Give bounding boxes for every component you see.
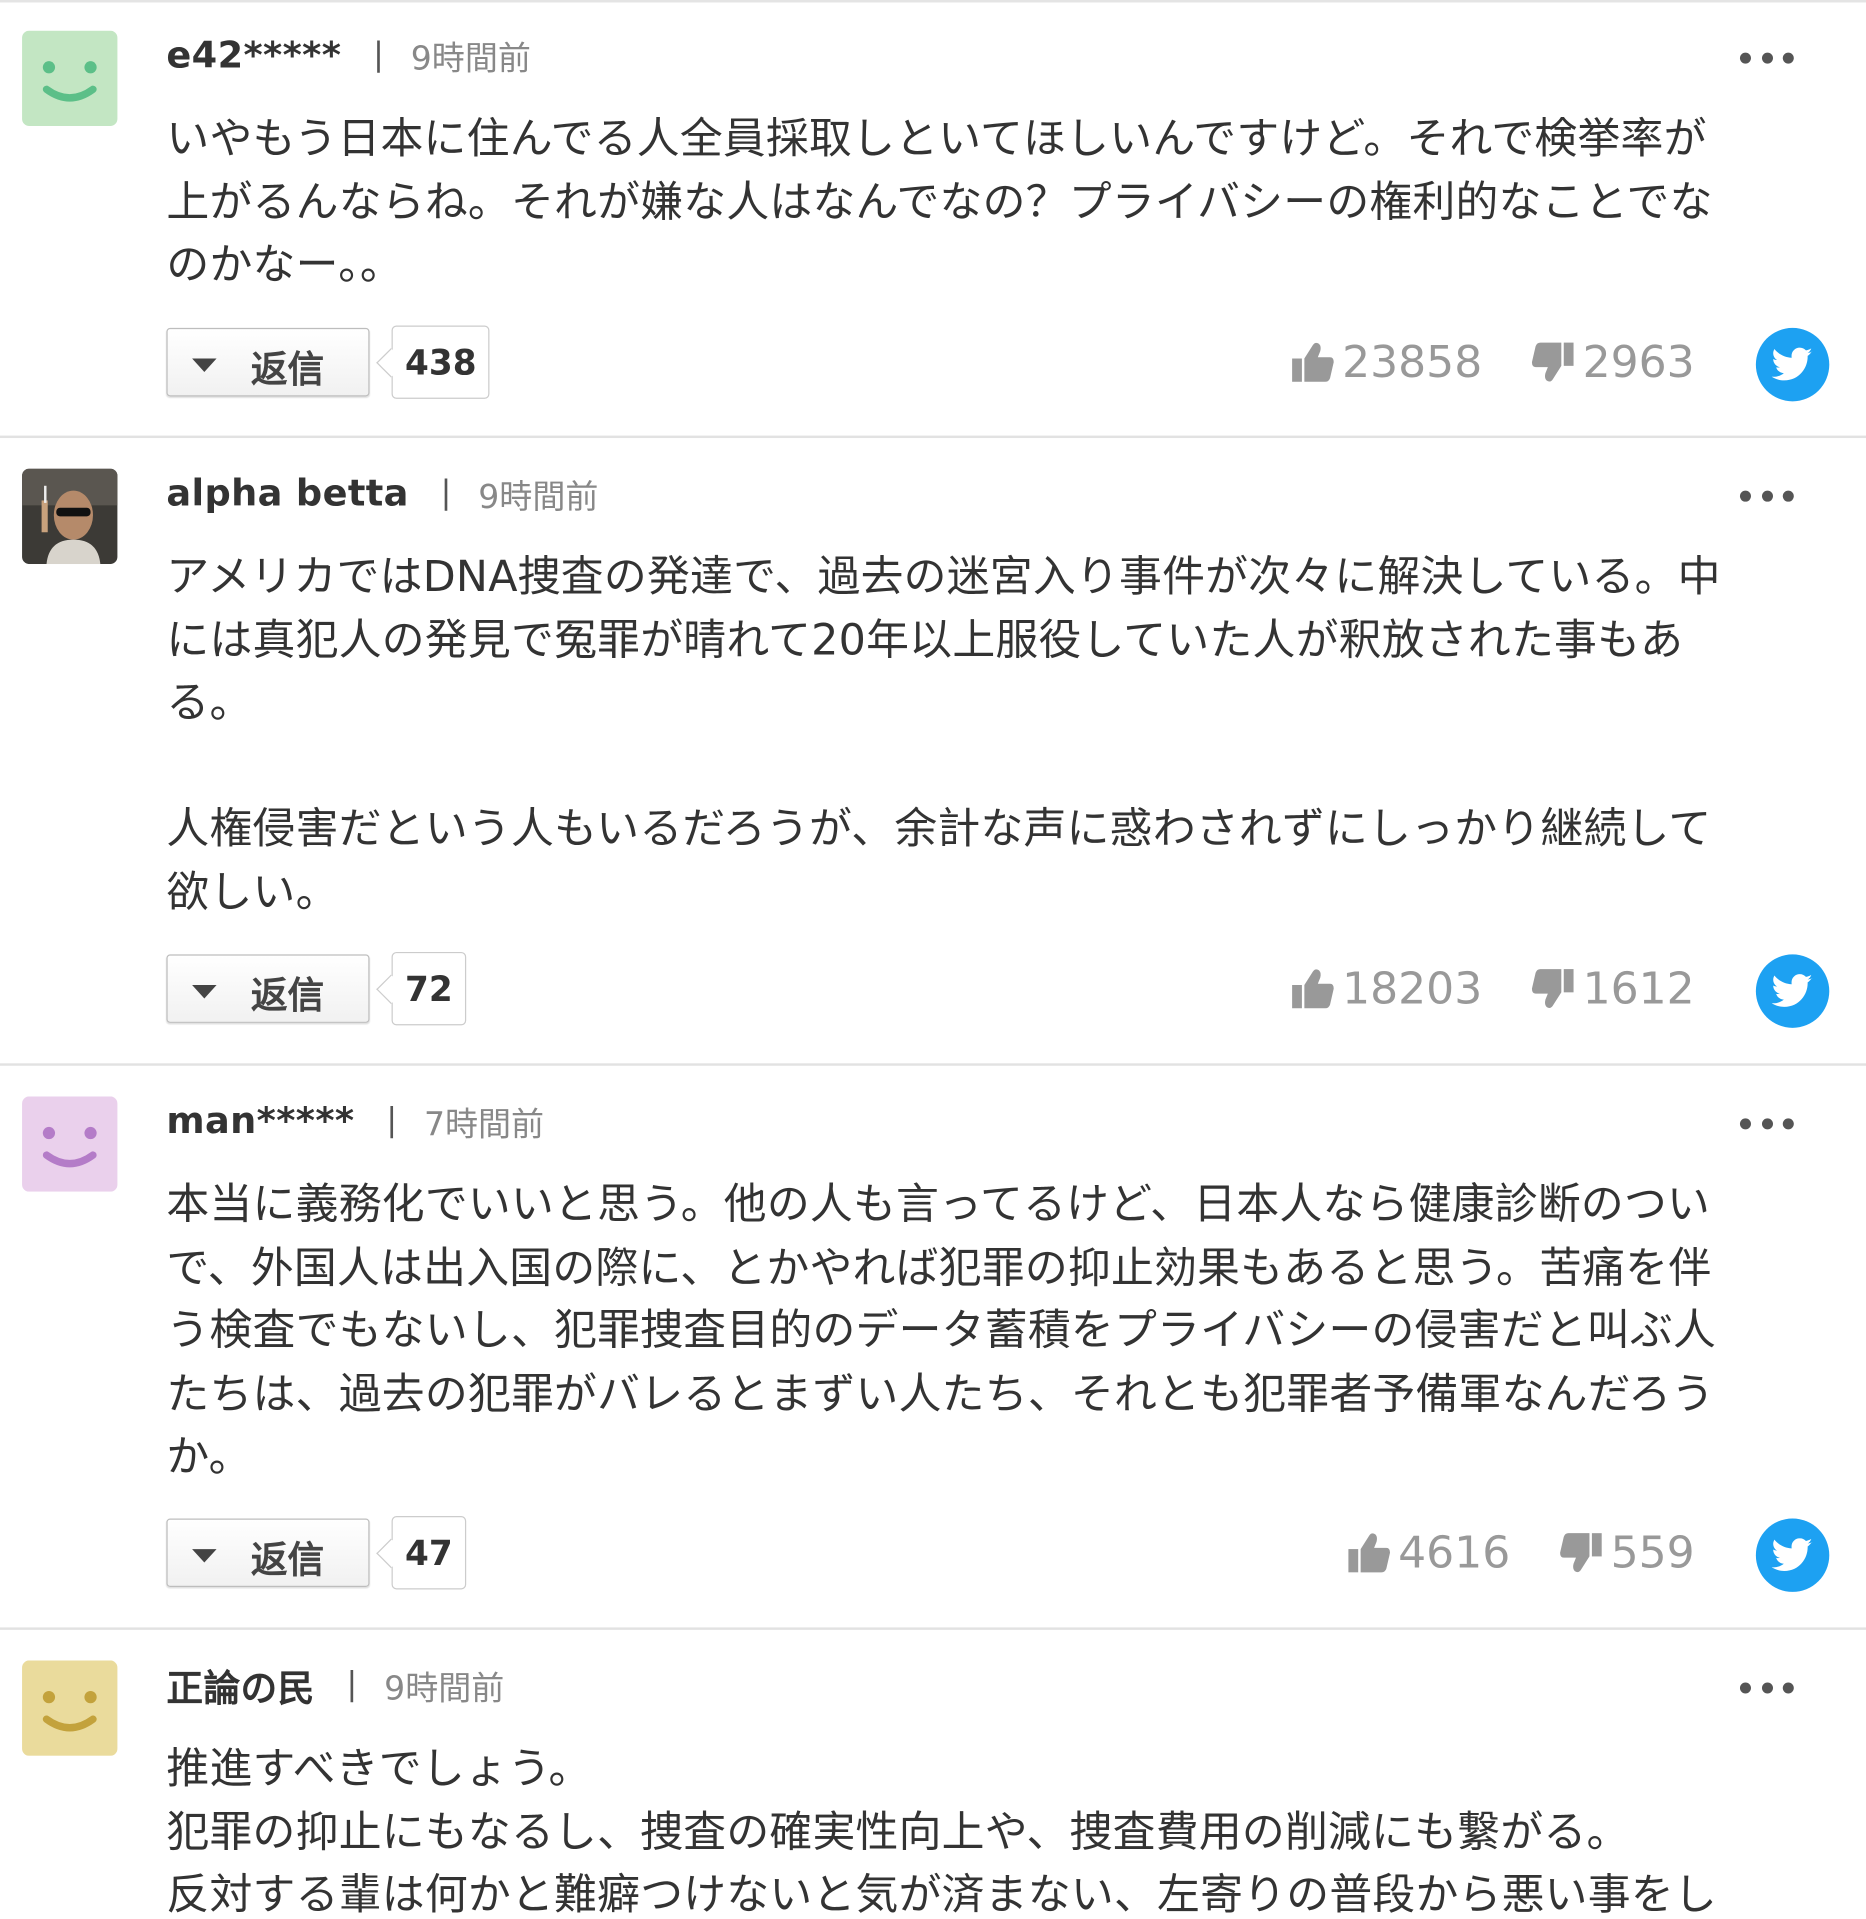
comment-item: alpha betta | 9時間前 アメリカではDNA捜査の発達で、過去の迷宮…: [0, 468, 1866, 1066]
reply-toggle-button[interactable]: 返信: [166, 954, 370, 1023]
smiley-avatar-icon: [22, 1096, 118, 1192]
username-link[interactable]: man*****: [166, 1099, 354, 1142]
twitter-share-button[interactable]: [1755, 1518, 1830, 1592]
timestamp: 9時間前: [410, 39, 531, 78]
like-count: 4616: [1398, 1527, 1511, 1578]
more-dots-icon[interactable]: [1739, 488, 1794, 503]
reply-count-badge: 438: [391, 325, 490, 399]
dislike-button[interactable]: 1612: [1531, 964, 1695, 1014]
vote-group: 23858 2963: [1291, 328, 1695, 397]
top-divider: [0, 0, 1866, 3]
dislike-button[interactable]: 2963: [1531, 337, 1695, 387]
timestamp: 9時間前: [384, 1669, 505, 1708]
comment-header: alpha betta | 9時間前: [166, 469, 598, 518]
caret-down-icon: [192, 1549, 217, 1563]
thumbs-down-icon: [1560, 1533, 1603, 1573]
reply-count-badge: 72: [391, 951, 467, 1026]
header-separator: |: [386, 1102, 398, 1140]
dislike-count: 2963: [1582, 337, 1695, 388]
like-button[interactable]: 4616: [1347, 1527, 1511, 1578]
smiley-avatar-icon: [22, 1660, 118, 1756]
comment-divider: [0, 1063, 1866, 1066]
comment-header: man***** | 7時間前: [166, 1096, 544, 1145]
comment-header: 正論の民 | 9時間前: [166, 1660, 505, 1711]
timestamp: 7時間前: [423, 1105, 545, 1144]
thumbs-up-icon: [1291, 969, 1334, 1009]
twitter-share-button[interactable]: [1755, 327, 1830, 402]
reply-toggle-button[interactable]: 返信: [166, 327, 370, 397]
thumbs-down-icon: [1532, 969, 1575, 1009]
comment-text: アメリカではDNA捜査の発達で、過去の迷宮入り事件が次々に解決している。中 には…: [166, 553, 1721, 918]
thumbs-up-icon: [1347, 1533, 1390, 1573]
comment-item: 正論の民 | 9時間前 推進すべきでしょう。 犯罪の抑止にもなるし、捜査の確実性…: [0, 1660, 1866, 1919]
thumbs-up-icon: [1291, 342, 1334, 382]
reply-label: 返信: [250, 975, 325, 1019]
caret-down-icon: [192, 984, 217, 999]
comment-header: e42***** | 9時間前: [166, 31, 530, 80]
vote-group: 4616 559: [1347, 1518, 1695, 1587]
more-dots-icon[interactable]: [1739, 1116, 1794, 1131]
twitter-bird-icon: [1771, 347, 1813, 381]
comment-item: e42***** | 9時間前 いやもう日本に住んでる人全員採取しといてほしいん…: [0, 30, 1866, 439]
avatar[interactable]: [22, 30, 118, 127]
reply-count-value: 438: [405, 341, 477, 383]
dislike-count: 1612: [1582, 963, 1695, 1014]
comment-text: いやもう日本に住んでる人全員採取しといてほしいんですけど。それで検挙率が 上がる…: [166, 115, 1713, 290]
username-link[interactable]: e42*****: [166, 34, 341, 77]
avatar[interactable]: [22, 1660, 118, 1756]
smiley-avatar-icon: [22, 30, 118, 127]
reply-count-value: 72: [405, 968, 453, 1009]
thumbs-down-icon: [1532, 342, 1575, 382]
avatar[interactable]: [22, 1096, 118, 1192]
username-link[interactable]: alpha betta: [166, 472, 408, 515]
dislike-count: 559: [1610, 1527, 1695, 1578]
like-count: 23858: [1342, 337, 1483, 388]
header-separator: |: [440, 474, 452, 512]
comment-divider: [0, 1627, 1866, 1630]
reply-label: 返信: [250, 348, 325, 392]
reply-toggle-button[interactable]: 返信: [166, 1518, 370, 1588]
timestamp: 9時間前: [478, 477, 599, 516]
header-separator: |: [346, 1666, 358, 1704]
more-dots-icon[interactable]: [1739, 1680, 1794, 1695]
caret-down-icon: [192, 358, 217, 372]
reply-count-value: 47: [405, 1532, 453, 1573]
username-link[interactable]: 正論の民: [166, 1660, 314, 1711]
reply-label: 返信: [250, 1539, 325, 1583]
avatar[interactable]: [22, 468, 118, 565]
user-photo-icon: [22, 468, 118, 565]
comment-text: 本当に義務化でいいと思う。他の人も言ってるけど、日本人なら健康診断のつい で、外…: [166, 1180, 1717, 1482]
dislike-button[interactable]: 559: [1559, 1527, 1695, 1578]
reply-count-badge: 47: [391, 1516, 467, 1590]
comment-item: man***** | 7時間前 本当に義務化でいいと思う。他の人も言ってるけど、…: [0, 1096, 1866, 1630]
like-button[interactable]: 18203: [1291, 963, 1483, 1014]
vote-group: 18203 1612: [1291, 954, 1695, 1023]
twitter-share-button[interactable]: [1755, 954, 1830, 1028]
like-button[interactable]: 23858: [1291, 337, 1483, 388]
like-count: 18203: [1342, 963, 1483, 1014]
comment-list: e42***** | 9時間前 いやもう日本に住んでる人全員採取しといてほしいん…: [0, 0, 1866, 1919]
more-dots-icon[interactable]: [1739, 50, 1794, 65]
twitter-bird-icon: [1771, 974, 1813, 1007]
comment-divider: [0, 435, 1866, 439]
header-separator: |: [373, 36, 384, 74]
twitter-bird-icon: [1771, 1538, 1813, 1571]
comment-text: 推進すべきでしょう。 犯罪の抑止にもなるし、捜査の確実性向上や、捜査費用の削減に…: [166, 1744, 1717, 1919]
